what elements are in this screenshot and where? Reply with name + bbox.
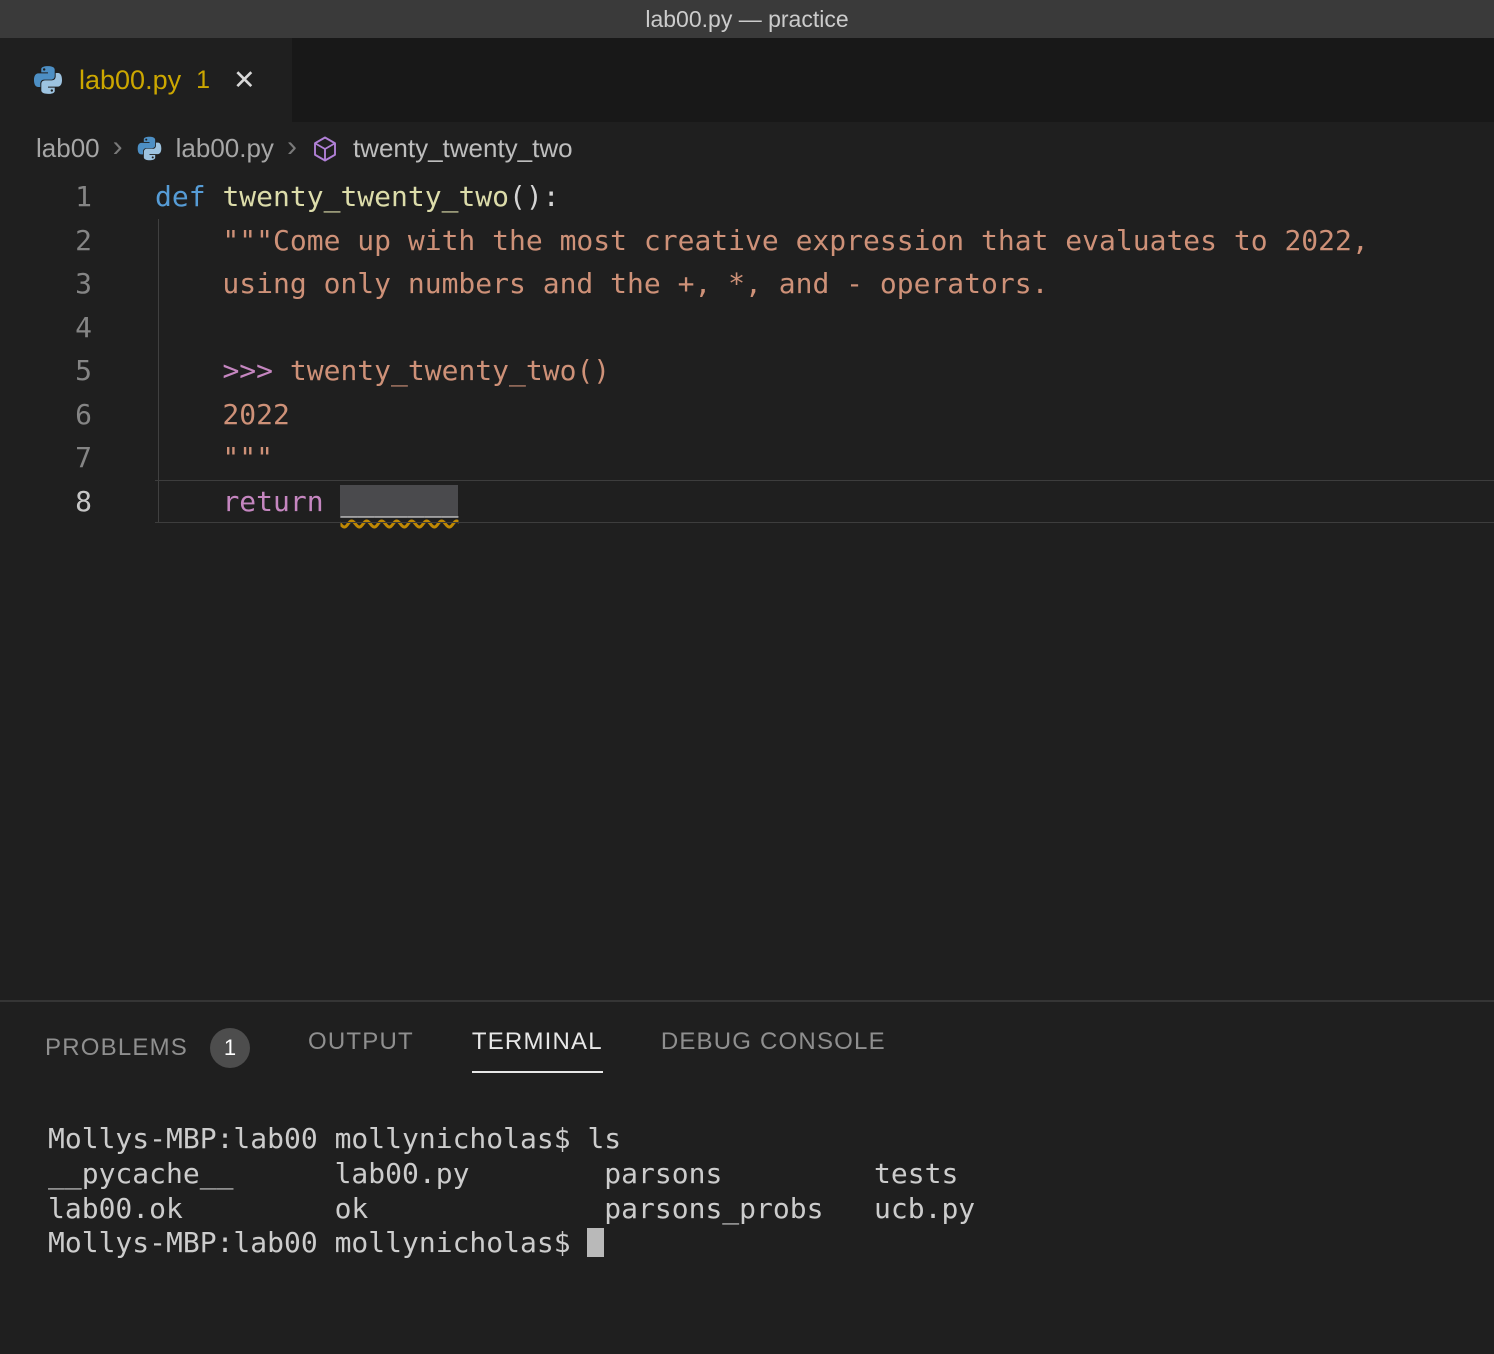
line-number: 1 (0, 175, 92, 219)
code-line-6: 6 2022 (0, 393, 1494, 437)
breadcrumb-folder[interactable]: lab00 (36, 133, 100, 164)
line-number: 2 (0, 219, 92, 263)
code-token: twenty_twenty_two (222, 180, 509, 213)
python-file-icon (32, 64, 64, 96)
code-token: def (155, 180, 206, 213)
terminal-prompt-line: Mollys-MBP:lab00 mollynicholas$ (48, 1226, 975, 1261)
terminal-line: __pycache__ lab00.py parsons tests (48, 1157, 975, 1192)
terminal-output[interactable]: Mollys-MBP:lab00 mollynicholas$ ls__pyca… (48, 1122, 975, 1261)
code-line-7: 7 """ (0, 436, 1494, 480)
line-number: 8 (0, 480, 92, 524)
terminal-line: lab00.ok ok parsons_probs ucb.py (48, 1192, 975, 1227)
window-title: lab00.py — practice (645, 6, 848, 33)
code-token (324, 485, 341, 518)
breadcrumb-file[interactable]: lab00.py (176, 133, 274, 164)
panel-tab-output[interactable]: OUTPUT (308, 1028, 414, 1073)
code-token (155, 485, 222, 518)
code-token (155, 354, 222, 387)
code-token: >>> (222, 354, 273, 387)
code-line-2: 2 """Come up with the most creative expr… (0, 219, 1494, 263)
code-token: """Come up with the most creative expres… (155, 224, 1369, 257)
line-number: 4 (0, 306, 92, 350)
tab-lab00-py[interactable]: lab00.py 1 ✕ (0, 38, 292, 122)
tab-close-icon[interactable]: ✕ (233, 67, 256, 94)
line-number: 6 (0, 393, 92, 437)
problems-count-badge: 1 (210, 1028, 250, 1068)
code-line-1: 1 def twenty_twenty_two(): (0, 175, 1494, 219)
breadcrumb-symbol[interactable]: twenty_twenty_two (353, 133, 573, 164)
code-token: (): (509, 180, 560, 213)
code-line-4: 4 (0, 306, 1494, 350)
tab-strip: lab00.py 1 ✕ (0, 38, 1494, 122)
panel-tab-label: TERMINAL (472, 1028, 603, 1056)
code-line-3: 3 using only numbers and the +, *, and -… (0, 262, 1494, 306)
symbol-function-cube-icon (310, 134, 340, 164)
terminal-cursor (587, 1228, 604, 1257)
code-token: using only numbers and the +, *, and - o… (155, 267, 1048, 300)
panel-tab-label: OUTPUT (308, 1028, 414, 1056)
line-number: 5 (0, 349, 92, 393)
python-file-icon (136, 135, 163, 162)
panel-tab-label: PROBLEMS (45, 1034, 188, 1062)
terminal-line: Mollys-MBP:lab00 mollynicholas$ ls (48, 1122, 975, 1157)
panel-tab-label: DEBUG CONSOLE (661, 1028, 886, 1056)
code-token (206, 180, 223, 213)
bottom-panel: PROBLEMS 1 OUTPUT TERMINAL DEBUG CONSOLE… (0, 1000, 1494, 1354)
code-token: return (222, 485, 323, 518)
code-line-8-current: 8 return _______ (0, 480, 1494, 524)
window-titlebar: lab00.py — practice (0, 0, 1494, 38)
code-editor[interactable]: 1 def twenty_twenty_two(): 2 """Come up … (0, 175, 1494, 1000)
panel-tab-problems[interactable]: PROBLEMS 1 (45, 1028, 250, 1085)
selected-placeholder-warning[interactable]: _______ (340, 485, 458, 518)
chevron-right-icon: › (287, 130, 297, 164)
chevron-right-icon: › (113, 130, 123, 164)
panel-tab-bar: PROBLEMS 1 OUTPUT TERMINAL DEBUG CONSOLE (0, 1002, 1494, 1085)
line-number: 3 (0, 262, 92, 306)
line-number: 7 (0, 436, 92, 480)
terminal-prompt: Mollys-MBP:lab00 mollynicholas$ (48, 1226, 587, 1259)
code-token: """ (155, 441, 273, 474)
breadcrumb: lab00 › lab00.py › twenty_twenty_two (0, 122, 1494, 175)
code-token: twenty_twenty_two() (273, 354, 610, 387)
panel-tab-debug-console[interactable]: DEBUG CONSOLE (661, 1028, 886, 1073)
tab-filename: lab00.py (79, 65, 181, 96)
panel-tab-terminal[interactable]: TERMINAL (472, 1028, 603, 1073)
code-line-5: 5 >>> twenty_twenty_two() (0, 349, 1494, 393)
tab-problems-count: 1 (196, 66, 210, 95)
code-token: 2022 (155, 398, 290, 431)
